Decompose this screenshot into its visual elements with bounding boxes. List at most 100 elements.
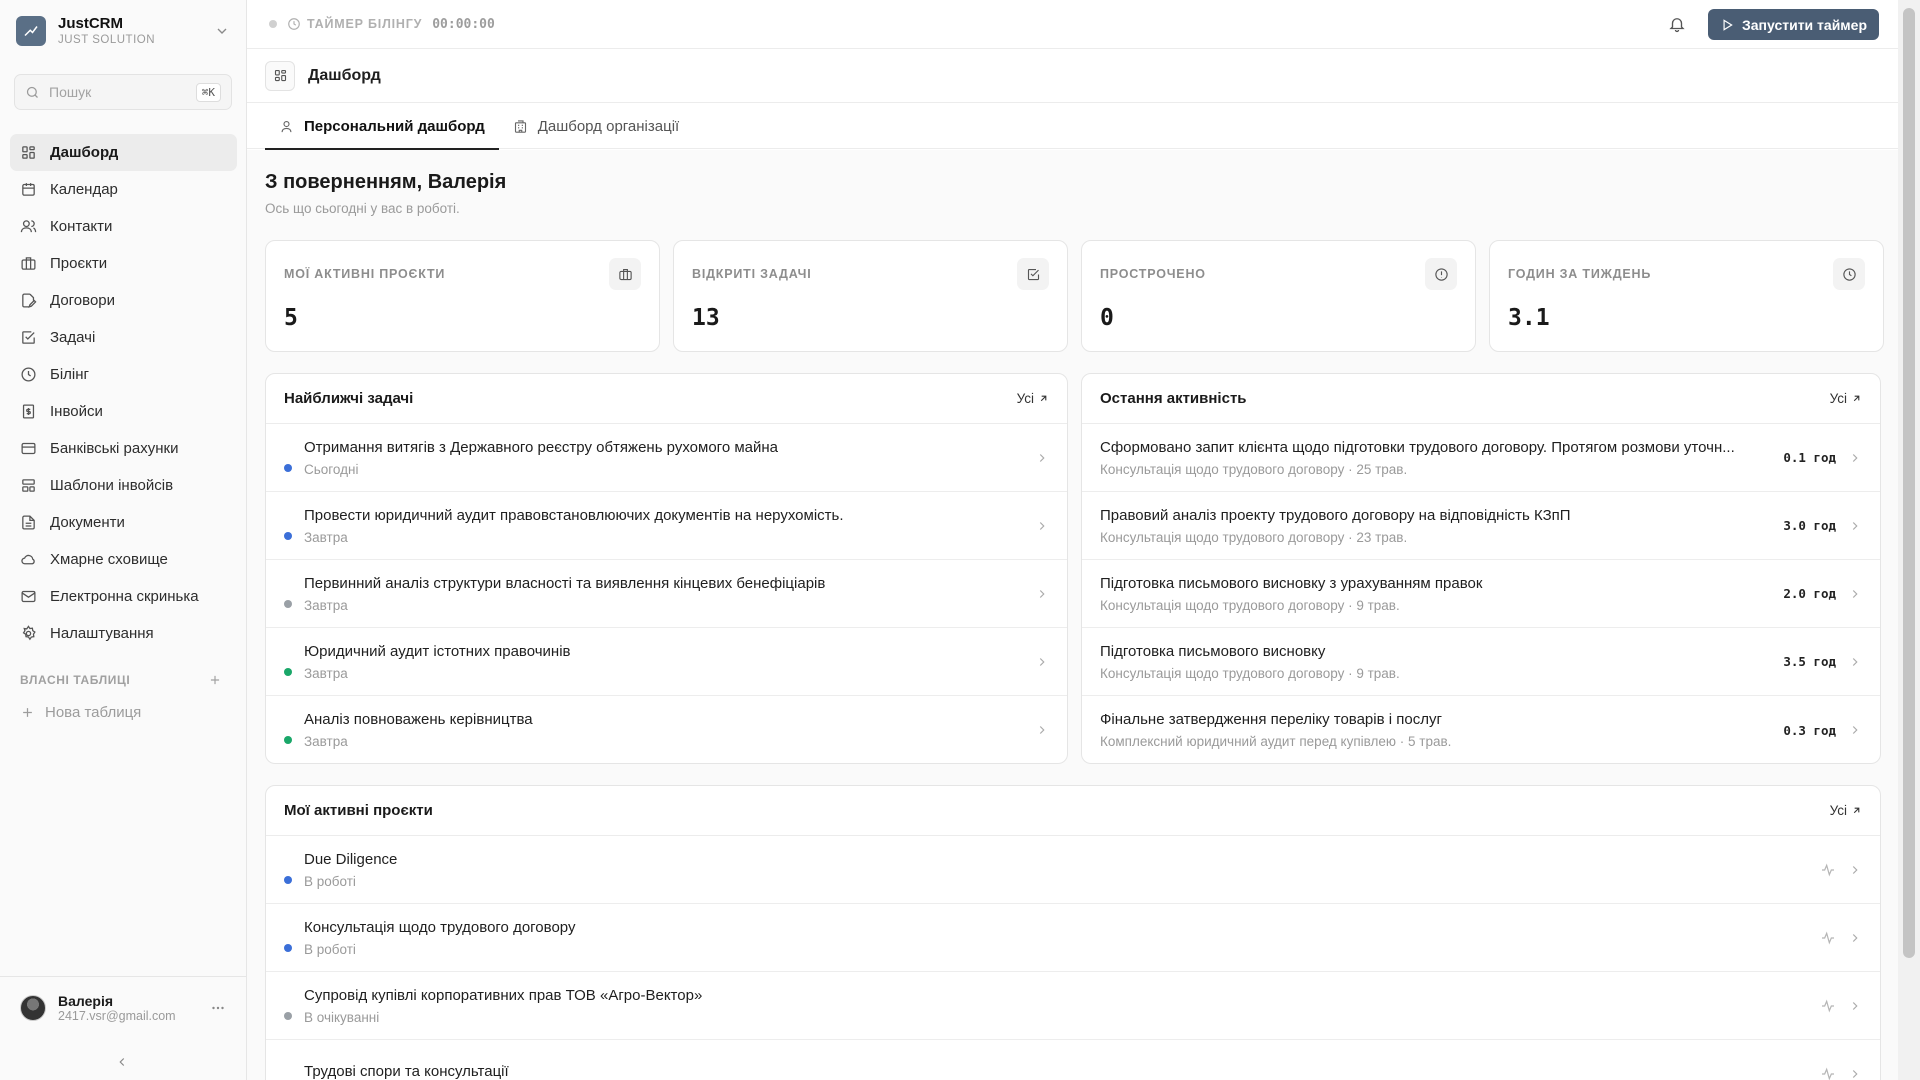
user-profile[interactable]: Валерія 2417.vsr@gmail.com — [0, 976, 247, 1038]
project-row[interactable]: Due Diligence В роботі — [266, 836, 1880, 904]
user-email: 2417.vsr@gmail.com — [58, 1008, 176, 1023]
stat-card-active-projects[interactable]: МОЇ АКТИВНІ ПРОЄКТИ 5 — [265, 240, 660, 352]
scrollbar-thumb[interactable] — [1903, 8, 1915, 958]
stat-card-open-tasks[interactable]: ВІДКРИТІ ЗАДАЧІ 13 — [673, 240, 1068, 352]
task-row[interactable]: Аналіз повноважень керівництва Завтра — [266, 696, 1067, 763]
dashboard-tabs: Персональний дашборд Дашборд організації — [247, 103, 1920, 150]
sidebar-item-documents[interactable]: Документи — [10, 504, 237, 541]
user-icon — [281, 120, 292, 132]
add-table-plus-icon[interactable] — [208, 673, 222, 687]
sidebar-item-mailbox[interactable]: Електронна скринька — [10, 578, 237, 615]
activity-pulse-icon[interactable] — [1820, 998, 1836, 1014]
greeting-title: З поверненням, Валерія — [265, 171, 507, 193]
custom-tables-title: ВЛАСНІ ТАБЛИЦІ — [20, 673, 131, 687]
start-timer-button[interactable]: Запустити таймер — [1708, 9, 1879, 40]
sidebar-item-tasks[interactable]: Задачі — [10, 319, 237, 356]
bell-icon[interactable] — [1668, 15, 1686, 33]
stat-value: 5 — [284, 305, 298, 331]
activity-row[interactable]: Правовий аналіз проекту трудового догово… — [1082, 492, 1880, 560]
sidebar-item-label: Інвойси — [50, 403, 103, 420]
invoice-icon — [22, 404, 35, 419]
sidebar-item-invoices[interactable]: Інвойси — [10, 393, 237, 430]
tab-organization-dashboard[interactable]: Дашборд організації — [499, 103, 693, 149]
sidebar-item-label: Контакти — [50, 218, 113, 235]
project-row[interactable]: Трудові спори та консультації — [266, 1040, 1880, 1080]
row-subtitle: В роботі — [304, 873, 356, 889]
sidebar-item-cloud-storage[interactable]: Хмарне сховище — [10, 541, 237, 578]
activity-pulse-icon[interactable] — [1820, 862, 1836, 878]
chevron-right-icon — [1852, 933, 1858, 942]
search-input[interactable]: Пошук ⌘K — [14, 74, 232, 110]
sidebar-item-projects[interactable]: Проєкти — [10, 245, 237, 282]
activity-row[interactable]: Підготовка письмового висновку Консультац… — [1082, 628, 1880, 696]
sidebar-item-label: Документи — [50, 514, 125, 531]
upcoming-tasks-card: Найближчі задачі Усі Отримання витягів з… — [265, 373, 1068, 764]
workspace-switcher[interactable]: JustCRM JUST SOLUTION — [16, 14, 230, 48]
chevron-right-icon — [1852, 1070, 1858, 1078]
row-title: Трудові спори та консультації — [304, 1062, 509, 1080]
activity-row[interactable]: Фінальне затвердження переліку товарів і… — [1082, 696, 1880, 763]
user-name: Валерія — [58, 992, 114, 1009]
row-title: Юридичний аудит істотних правочинів — [304, 642, 571, 660]
row-subtitle: Консультація щодо трудового договору · 9… — [1100, 597, 1400, 613]
stat-card-hours-week[interactable]: ГОДИН ЗА ТИЖДЕНЬ 3.1 — [1489, 240, 1884, 352]
view-all-activity-link[interactable]: Усі — [1830, 391, 1862, 406]
chevron-right-icon — [1039, 657, 1045, 666]
task-row[interactable]: Отримання витягів з Державного реєстру о… — [266, 424, 1067, 492]
sidebar-item-label: Налаштування — [50, 625, 154, 642]
collapse-sidebar-chevron-left-icon[interactable] — [115, 1055, 129, 1069]
status-dot — [284, 736, 292, 744]
recent-activity-card: Остання активність Усі Сформовано запит … — [1081, 373, 1881, 764]
sidebar-item-dashboard[interactable]: Дашборд — [10, 134, 237, 171]
sidebar-item-settings[interactable]: Налаштування — [10, 615, 237, 652]
task-row[interactable]: Первинний аналіз структури власності та … — [266, 560, 1067, 628]
task-row[interactable]: Юридичний аудит істотних правочинів Завтр… — [266, 628, 1067, 696]
arrow-up-right-icon — [1853, 807, 1860, 814]
sidebar-item-invoice-templates[interactable]: Шаблони інвойсів — [10, 467, 237, 504]
template-icon — [22, 479, 35, 492]
sidebar-item-calendar[interactable]: Календар — [10, 171, 237, 208]
status-dot — [284, 875, 292, 884]
stat-value: 0 — [1100, 305, 1114, 331]
task-icon — [1027, 268, 1039, 280]
row-hours: 2.0 год — [1783, 586, 1836, 601]
row-hours: 0.3 год — [1783, 722, 1836, 738]
sidebar-item-contracts[interactable]: Договори — [10, 282, 237, 319]
activity-pulse-icon[interactable] — [1820, 1066, 1836, 1080]
row-subtitle: Завтра — [304, 665, 348, 681]
activity-pulse-icon[interactable] — [1820, 930, 1836, 946]
task-row[interactable]: Провести юридичний аудит правовстановлюю… — [266, 492, 1067, 560]
clock-icon — [1842, 267, 1856, 281]
sidebar-item-label: Хмарне сховище — [50, 551, 168, 568]
view-all-projects-link[interactable]: Усі — [1830, 803, 1862, 818]
chevron-right-icon — [1852, 726, 1858, 734]
active-projects-card: Мої активні проєкти Усі Due Diligence В р… — [265, 785, 1881, 1080]
mail-icon — [21, 590, 36, 603]
chevron-right-icon — [1039, 726, 1045, 734]
page-scrollbar[interactable] — [1898, 0, 1920, 1080]
building-icon — [514, 119, 526, 133]
view-all-label: Усі — [1829, 803, 1847, 818]
project-row[interactable]: Супровід купівлі корпоративних прав ТОВ … — [266, 972, 1880, 1040]
activity-row[interactable]: Підготовка письмового висновку з урахува… — [1082, 560, 1880, 628]
stat-label: ПРОСТРОЧЕНО — [1100, 267, 1206, 281]
activity-row[interactable]: Сформовано запит клієнта щодо підготовки… — [1082, 424, 1880, 492]
sidebar-item-bank-accounts[interactable]: Банківські рахунки — [10, 430, 237, 467]
view-all-tasks-link[interactable]: Усі — [1017, 391, 1049, 406]
sidebar-item-contacts[interactable]: Контакти — [10, 208, 237, 245]
sidebar-item-billing[interactable]: Білінг — [10, 356, 237, 393]
plus-icon — [23, 708, 32, 717]
row-title: Супровід купівлі корпоративних прав ТОВ … — [304, 986, 703, 1004]
more-horizontal-icon[interactable] — [209, 999, 227, 1017]
new-table-button[interactable]: Нова таблиця — [20, 704, 141, 721]
stat-card-overdue[interactable]: ПРОСТРОЧЕНО 0 — [1081, 240, 1476, 352]
contacts-icon — [20, 220, 37, 233]
tab-personal-dashboard[interactable]: Персональний дашборд — [265, 103, 499, 150]
project-row[interactable]: Консультація щодо трудового договору В ро… — [266, 904, 1880, 972]
top-bar: ТАЙМЕР БІЛІНГУ 00:00:00 Запустити таймер — [247, 0, 1920, 49]
custom-tables-header: ВЛАСНІ ТАБЛИЦІ — [20, 673, 222, 687]
briefcase-icon — [21, 257, 36, 270]
sidebar-item-label: Електронна скринька — [50, 588, 199, 605]
row-title: Підготовка письмового висновку — [1100, 642, 1326, 660]
row-hours: 0.1 год — [1783, 450, 1836, 465]
